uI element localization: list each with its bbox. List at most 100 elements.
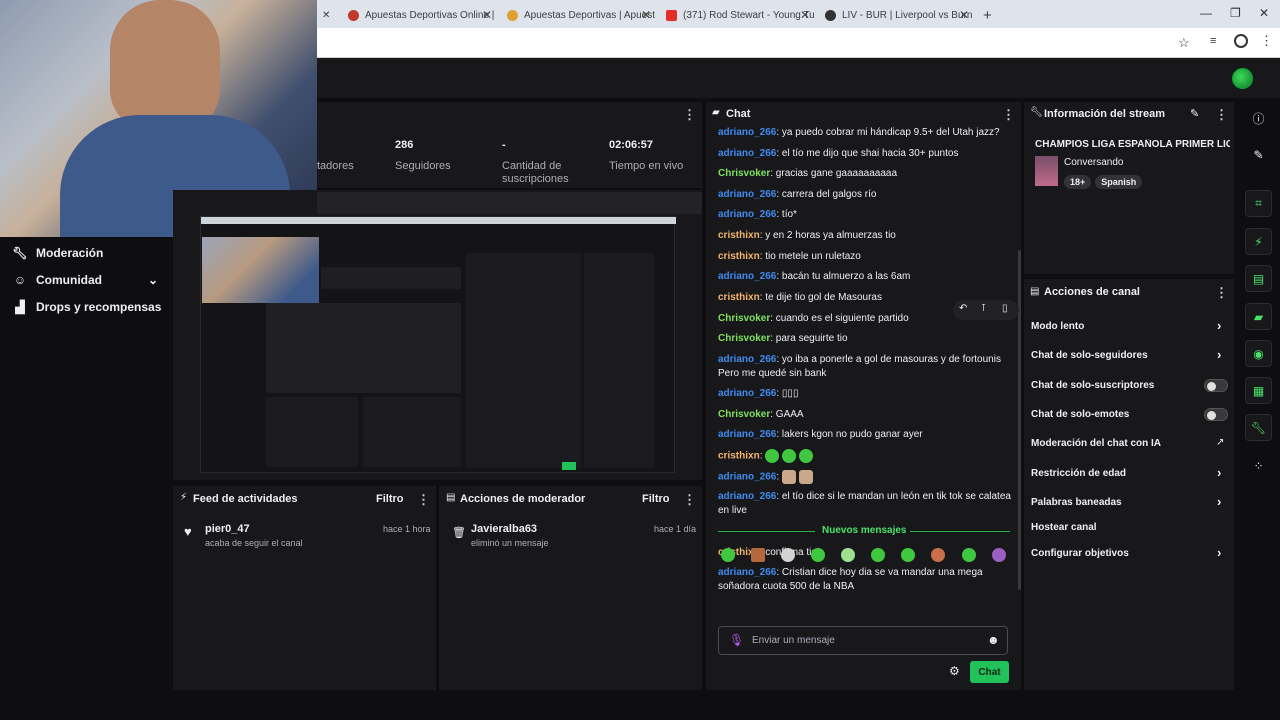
emote-icon[interactable]: [811, 548, 825, 562]
action-slow-mode[interactable]: Modo lento: [1031, 321, 1084, 332]
browser-menu-icon[interactable]: ⋮: [1260, 33, 1273, 49]
emote-only-toggle[interactable]: [1204, 408, 1228, 421]
stream-preview[interactable]: [200, 216, 676, 473]
close-icon[interactable]: ✕: [641, 8, 651, 22]
chat-username[interactable]: cristhixn: [718, 251, 760, 262]
chat-message[interactable]: cristhixn: tio metele un ruletazo: [718, 250, 1013, 264]
layout-icon[interactable]: ▦: [1245, 377, 1272, 404]
chat-username[interactable]: cristhixn: [718, 230, 760, 241]
chat-message[interactable]: Chrisvoker: GAAA: [718, 408, 1013, 422]
activity-menu-icon[interactable]: ⋮: [417, 492, 430, 508]
lightning-icon[interactable]: ⚡︎: [1245, 228, 1272, 255]
action-ai-moderation[interactable]: Moderación del chat con IA: [1031, 438, 1161, 449]
chat-message[interactable]: cristhixn: y en 2 horas ya almuerzas tio: [718, 229, 1013, 243]
chevron-right-icon[interactable]: ›: [1217, 318, 1221, 333]
chat-username[interactable]: adriano_266: [718, 354, 776, 365]
emote-icon[interactable]: [781, 548, 795, 562]
stats-menu-icon[interactable]: ⋮: [683, 107, 696, 123]
chat-message[interactable]: adriano_266: carrera del galgos río: [718, 188, 1013, 202]
chat-username[interactable]: adriano_266: [718, 209, 776, 220]
action-banned-words[interactable]: Palabras baneadas: [1031, 497, 1122, 508]
close-icon[interactable]: ✕: [482, 8, 492, 22]
chat-username[interactable]: Chrisvoker: [718, 333, 770, 344]
mod-action-user[interactable]: Javieralba63: [471, 523, 537, 535]
external-link-icon[interactable]: ↗: [1216, 437, 1224, 448]
sidebar-item-comunidad[interactable]: ☺ Comunidad ⌄: [12, 273, 158, 287]
tag-badge[interactable]: Spanish: [1095, 175, 1143, 189]
emote-icon[interactable]: [931, 548, 945, 562]
profile-icon[interactable]: [1234, 34, 1248, 48]
queue-icon[interactable]: ≡: [1210, 35, 1216, 47]
browser-tab-2[interactable]: Apuestas Deportivas | Apuesta ✕: [507, 4, 655, 26]
action-followers-only[interactable]: Chat de solo-seguidores: [1031, 350, 1148, 361]
restore-icon[interactable]: ❐: [1230, 6, 1241, 20]
action-host-channel[interactable]: Hostear canal: [1031, 522, 1097, 533]
avatar[interactable]: [1232, 68, 1253, 89]
sidebar-item-drops[interactable]: ▟ Drops y recompensas: [12, 300, 161, 314]
activity-user[interactable]: pier0_47: [205, 523, 250, 535]
chat-username[interactable]: Chrisvoker: [718, 168, 770, 179]
chat-username[interactable]: adriano_266: [718, 491, 776, 502]
chat-message[interactable]: adriano_266: yo iba a ponerle a gol de m…: [718, 353, 1013, 381]
stream-info-menu-icon[interactable]: ⋮: [1215, 107, 1228, 123]
chat-username[interactable]: cristhixn: [718, 451, 760, 462]
chat-message[interactable]: Chrisvoker: para seguirte tio: [718, 332, 1013, 346]
chat-input[interactable]: 🎙︎ Enviar un mensaje ☻: [718, 626, 1008, 655]
chat-message[interactable]: adriano_266: tío*: [718, 208, 1013, 222]
pencil-icon[interactable]: ✎: [1190, 107, 1199, 120]
chevron-right-icon[interactable]: ›: [1217, 545, 1221, 560]
category-box-art[interactable]: [1035, 156, 1058, 186]
chat-username[interactable]: adriano_266: [718, 127, 776, 138]
emoji-icon[interactable]: ☻: [987, 633, 1000, 647]
chat-message[interactable]: adriano_266: el tío me dijo que shai hac…: [718, 147, 1013, 161]
chat-username[interactable]: Chrisvoker: [718, 313, 770, 324]
chat-username[interactable]: adriano_266: [718, 189, 776, 200]
pin-icon[interactable]: ⊺: [981, 303, 986, 314]
mod-filter-button[interactable]: Filtro: [642, 493, 670, 505]
chat-send-button[interactable]: Chat: [970, 661, 1009, 683]
chat-icon[interactable]: ▰: [1245, 303, 1272, 330]
chat-message[interactable]: adriano_266: lakers kgon no pudo ganar a…: [718, 428, 1013, 442]
emote-icon[interactable]: [992, 548, 1006, 562]
browser-tab-1[interactable]: Apuestas Deportivas Online | A ✕: [348, 4, 496, 26]
browser-tab-3[interactable]: (371) Rod Stewart - Young Turk ✕: [666, 4, 814, 26]
chat-username[interactable]: adriano_266: [718, 472, 776, 483]
chat-username[interactable]: Chrisvoker: [718, 409, 770, 420]
emote-icon[interactable]: [721, 548, 735, 562]
wrench-icon[interactable]: 🔧︎: [1245, 414, 1272, 441]
reply-icon[interactable]: ↶: [959, 303, 967, 314]
chat-message[interactable]: adriano_266:: [718, 470, 1013, 485]
action-goals[interactable]: Configurar objetivos: [1031, 548, 1129, 559]
chat-username[interactable]: adriano_266: [718, 271, 776, 282]
info-icon[interactable]: ⓘ: [1245, 105, 1272, 132]
star-icon[interactable]: ☆: [1178, 35, 1190, 51]
chevron-right-icon[interactable]: ›: [1217, 347, 1221, 362]
emote-icon[interactable]: [962, 548, 976, 562]
chat-message[interactable]: Chrisvoker: gracias gane gaaaaaaaaaa: [718, 167, 1013, 181]
delete-icon[interactable]: ▯: [1002, 303, 1008, 314]
microphone-icon[interactable]: 🎙︎: [729, 633, 744, 647]
chat-message[interactable]: adriano_266: ▯▯▯: [718, 387, 1013, 401]
chevron-right-icon[interactable]: ›: [1217, 494, 1221, 509]
window-close-icon[interactable]: ✕: [1259, 6, 1269, 20]
activity-filter-button[interactable]: Filtro: [376, 493, 404, 505]
chat-message[interactable]: adriano_266: bacán tu almuerzo a las 6am: [718, 270, 1013, 284]
new-tab-button[interactable]: +: [983, 4, 992, 26]
channel-actions-menu-icon[interactable]: ⋮: [1215, 285, 1228, 301]
chat-username[interactable]: adriano_266: [718, 429, 776, 440]
pencil-icon[interactable]: ✎: [1245, 141, 1272, 168]
clipboard-icon[interactable]: ▤: [1245, 265, 1272, 292]
tab-close-icon[interactable]: ✕: [322, 4, 334, 26]
chat-username[interactable]: adriano_266: [718, 567, 776, 578]
emote-icon[interactable]: [751, 548, 765, 562]
close-icon[interactable]: ✕: [800, 8, 810, 22]
chat-message[interactable]: adriano_266: el tío dice si le mandan un…: [718, 490, 1013, 518]
chat-message[interactable]: adriano_266: Cristian dice hoy dia se va…: [718, 566, 1013, 594]
chat-scrollbar[interactable]: [1018, 250, 1021, 590]
mod-menu-icon[interactable]: ⋮: [683, 492, 696, 508]
minimize-icon[interactable]: —: [1200, 6, 1212, 20]
emote-icon[interactable]: [871, 548, 885, 562]
tag-badge[interactable]: 18+: [1064, 175, 1092, 189]
action-age-restriction[interactable]: Restricción de edad: [1031, 468, 1126, 479]
emote-icon[interactable]: [901, 548, 915, 562]
